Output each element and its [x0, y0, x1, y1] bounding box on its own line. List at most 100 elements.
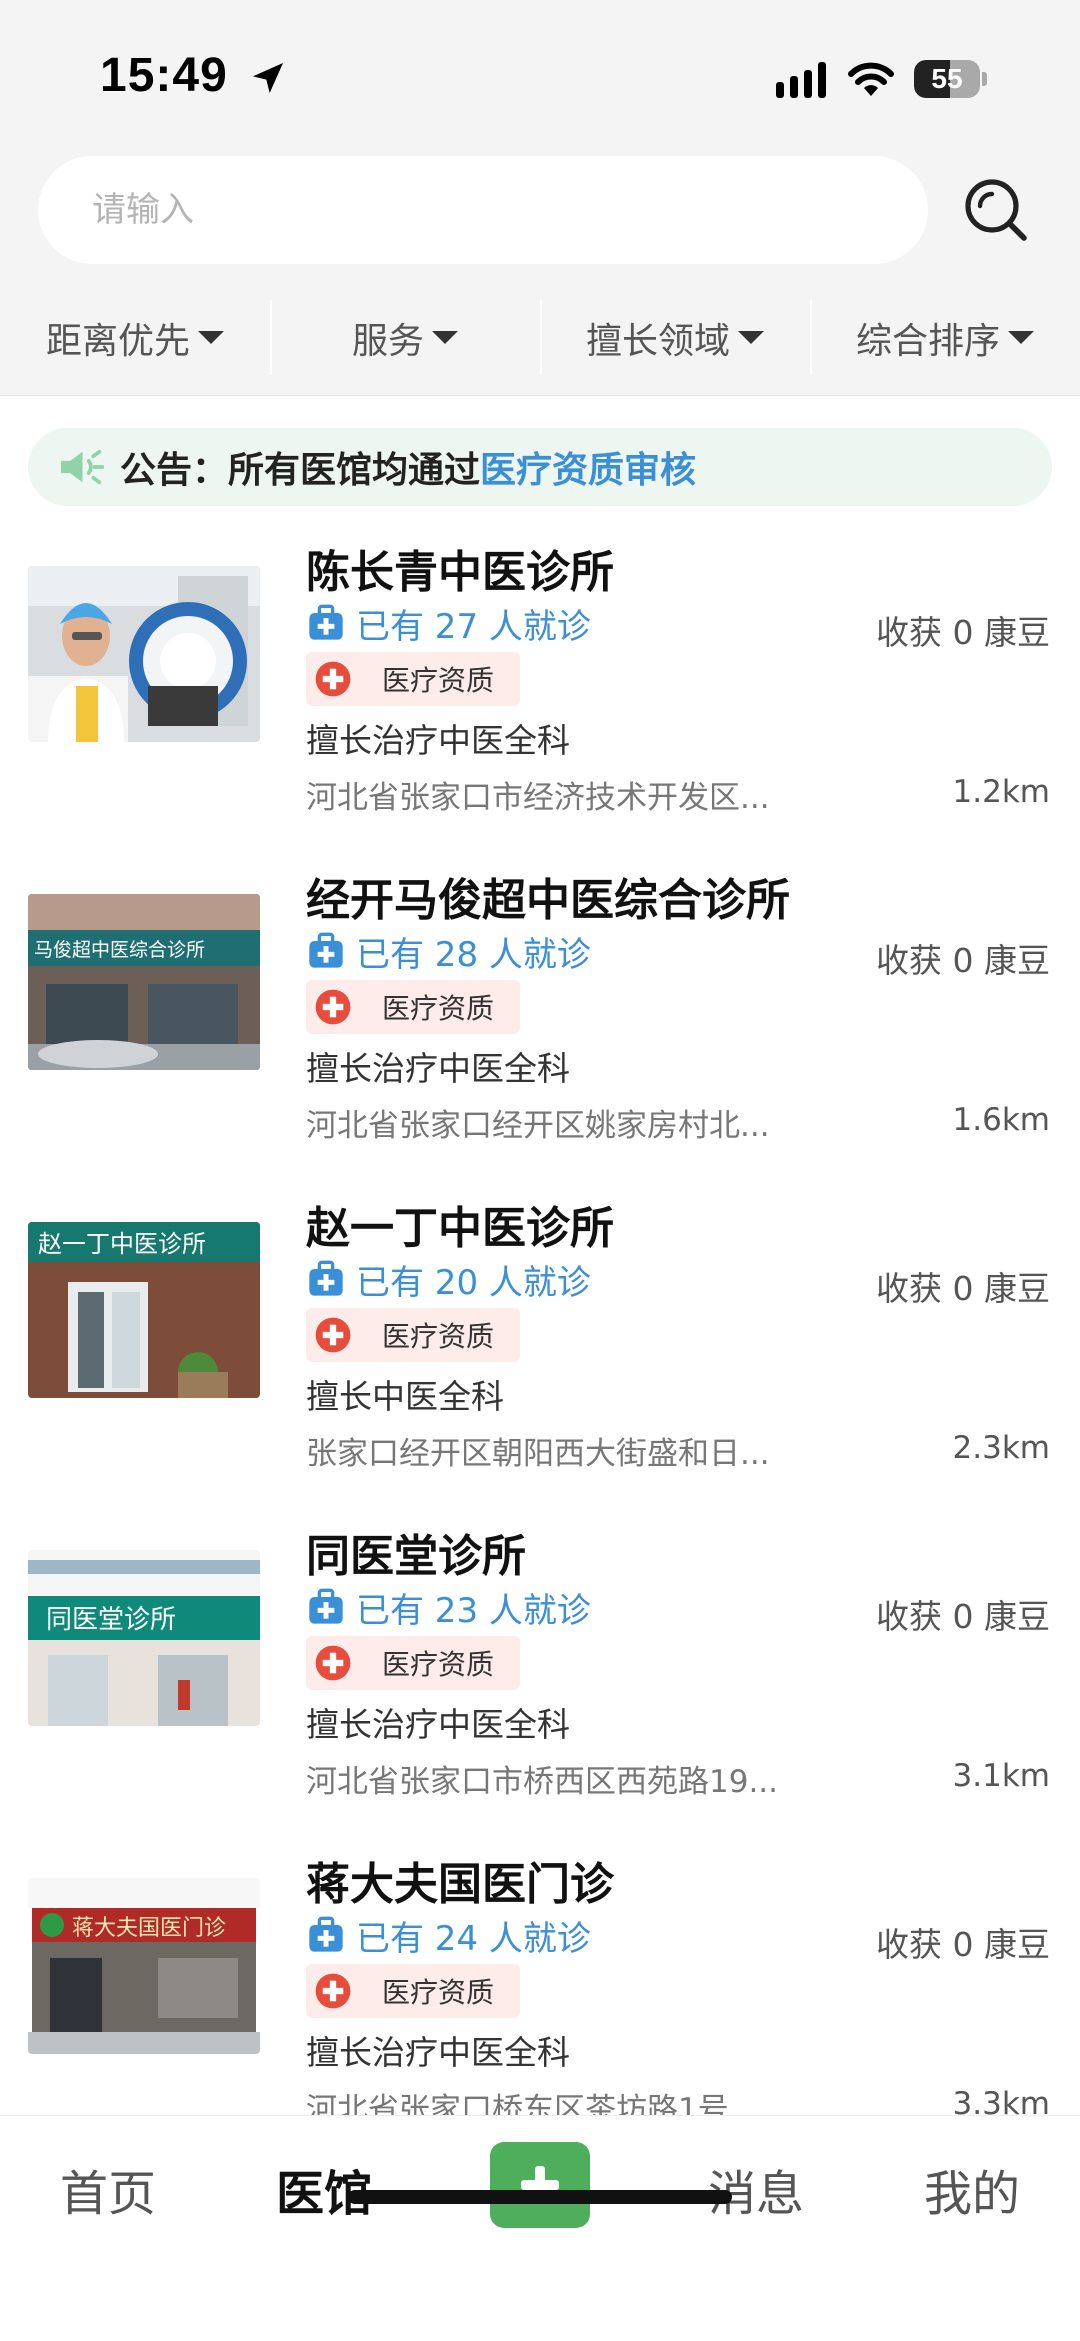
medical-cross-icon	[315, 1645, 351, 1681]
clinic-name: 同医堂诊所	[306, 1531, 526, 1582]
qualification-badge: 医疗资质	[306, 1308, 521, 1362]
clinic-card[interactable]: 赵一丁中医诊所 赵一丁中医诊所 已有 20 人就诊 收获 0 康豆 医疗资质 擅…	[0, 1180, 1080, 1508]
harvest-text: 收获 0 康豆	[876, 1269, 1050, 1308]
badge-label: 医疗资质	[382, 664, 495, 697]
filter-label: 服务	[351, 320, 424, 362]
clinic-specialty: 擅长治疗中医全科	[306, 1705, 570, 1744]
clinic-photo: 马俊超中医综合诊所	[28, 894, 260, 1070]
qualification-badge: 医疗资质	[306, 652, 521, 706]
notice-link[interactable]: 医疗资质审核	[480, 441, 696, 493]
visit-count-text: 已有 20 人就诊	[356, 1262, 591, 1303]
battery-level: 55	[931, 63, 963, 94]
search-bar	[0, 150, 1080, 280]
caret-down-icon	[1008, 331, 1034, 344]
clinic-card[interactable]: 陈长青中医诊所 已有 27 人就诊 收获 0 康豆 医疗资质 擅长治疗中医全科 …	[0, 524, 1080, 852]
wifi-icon	[848, 62, 894, 96]
badge-label: 医疗资质	[382, 1648, 495, 1681]
signal-icon	[776, 62, 826, 98]
harvest-text: 收获 0 康豆	[876, 1925, 1050, 1964]
visit-count-text: 已有 23 人就诊	[356, 1590, 591, 1631]
clinic-distance: 3.1km	[952, 1758, 1050, 1794]
clinic-name: 蒋大夫国医门诊	[306, 1859, 614, 1910]
medical-kit-icon	[309, 1260, 343, 1296]
filter-label: 距离优先	[45, 320, 190, 362]
qualification-badge: 医疗资质	[306, 1636, 521, 1690]
shop-sign-text: 同医堂诊所	[46, 1605, 176, 1635]
notice-text: 公告：所有医馆均通过	[120, 450, 481, 491]
add-button[interactable]	[490, 2142, 590, 2228]
filter-sort[interactable]: 综合排序	[810, 280, 1080, 395]
medical-cross-icon	[315, 661, 351, 697]
caret-down-icon	[738, 331, 764, 344]
speaker-icon	[61, 449, 104, 485]
clinic-specialty: 擅长治疗中医全科	[306, 2033, 570, 2072]
search-input[interactable]	[38, 156, 928, 264]
medical-kit-icon	[309, 1588, 343, 1624]
caret-down-icon	[432, 331, 458, 344]
search-icon[interactable]	[962, 176, 1030, 244]
notice-banner: 公告：所有医馆均通过 医疗资质审核	[28, 428, 1052, 506]
bottom-nav: 首页 医馆 消息 我的	[0, 2116, 1080, 2341]
nav-profile[interactable]: 我的	[864, 2152, 1080, 2236]
filter-distance[interactable]: 距离优先	[0, 280, 270, 395]
clinic-photo: 赵一丁中医诊所	[28, 1222, 260, 1398]
clinic-list: 陈长青中医诊所 已有 27 人就诊 收获 0 康豆 医疗资质 擅长治疗中医全科 …	[0, 524, 1080, 2116]
filter-label: 综合排序	[855, 320, 1000, 362]
visit-count: 已有 20 人就诊	[306, 1256, 591, 1303]
visit-count-text: 已有 24 人就诊	[356, 1918, 591, 1959]
clinic-card[interactable]: 马俊超中医综合诊所 经开马俊超中医综合诊所 已有 28 人就诊 收获 0 康豆	[0, 852, 1080, 1180]
visit-count: 已有 27 人就诊	[306, 600, 591, 647]
clinic-distance: 3.3km	[952, 2086, 1050, 2116]
qualification-badge: 医疗资质	[306, 980, 521, 1034]
nav-home[interactable]: 首页	[0, 2152, 216, 2236]
status-bar: 15:49 55	[0, 0, 1080, 150]
clinic-specialty: 擅长中医全科	[306, 1377, 504, 1416]
shop-sign-text: 赵一丁中医诊所	[38, 1230, 206, 1258]
clinic-specialty: 擅长治疗中医全科	[306, 721, 570, 760]
clinic-photo: 同医堂诊所	[28, 1550, 260, 1726]
harvest-text: 收获 0 康豆	[876, 613, 1050, 652]
harvest-text: 收获 0 康豆	[876, 1597, 1050, 1636]
badge-label: 医疗资质	[382, 992, 495, 1025]
clinic-name: 经开马俊超中医综合诊所	[306, 875, 790, 926]
medical-cross-icon	[315, 1973, 351, 2009]
visit-count: 已有 28 人就诊	[306, 928, 591, 975]
filter-specialty[interactable]: 擅长领域	[540, 280, 810, 395]
qualification-badge: 医疗资质	[306, 1964, 521, 2018]
medical-cross-icon	[315, 1317, 351, 1353]
clinic-photo: 蒋大夫国医门诊	[28, 1878, 260, 2054]
visit-count-text: 已有 28 人就诊	[356, 934, 591, 975]
battery-icon: 55	[914, 60, 987, 98]
clinic-address: 河北省张家口经开区姚家房村北...	[306, 1108, 770, 1144]
filter-service[interactable]: 服务	[270, 280, 540, 395]
medical-kit-icon	[309, 932, 343, 968]
clinic-distance: 2.3km	[952, 1430, 1050, 1466]
shop-sign-text: 马俊超中医综合诊所	[34, 939, 205, 961]
clinic-distance: 1.2km	[952, 774, 1050, 810]
badge-label: 医疗资质	[382, 1320, 495, 1353]
filter-bar: 距离优先 服务 擅长领域 综合排序	[0, 280, 1080, 396]
harvest-text: 收获 0 康豆	[876, 941, 1050, 980]
location-arrow-icon	[253, 63, 283, 93]
status-time: 15:49	[100, 49, 228, 102]
medical-kit-icon	[309, 1916, 343, 1952]
clinic-address: 河北省张家口市桥西区西苑路19...	[306, 1764, 779, 1800]
shop-sign-text: 蒋大夫国医门诊	[72, 1916, 226, 1941]
clinic-specialty: 擅长治疗中医全科	[306, 1049, 570, 1088]
plus-icon	[521, 2166, 559, 2204]
visit-count: 已有 23 人就诊	[306, 1584, 591, 1631]
clinic-address: 张家口经开区朝阳西大街盛和日...	[306, 1436, 770, 1472]
badge-label: 医疗资质	[382, 1976, 495, 2009]
visit-count-text: 已有 27 人就诊	[356, 606, 591, 647]
medical-cross-icon	[315, 989, 351, 1025]
clinic-name: 陈长青中医诊所	[306, 547, 614, 598]
home-indicator[interactable]	[348, 2190, 732, 2204]
visit-count: 已有 24 人就诊	[306, 1912, 591, 1959]
clinic-card[interactable]: 蒋大夫国医门诊 蒋大夫国医门诊 已有 24 人就诊 收获 0 康豆 医疗资质 擅…	[0, 1836, 1080, 2116]
medical-kit-icon	[309, 604, 343, 640]
clinic-address: 河北省张家口桥东区茶坊路1号...	[306, 2092, 759, 2116]
clinic-name: 赵一丁中医诊所	[306, 1203, 614, 1254]
filter-label: 擅长领域	[585, 320, 730, 362]
clinic-address: 河北省张家口市经济技术开发区...	[306, 780, 770, 816]
clinic-card[interactable]: 同医堂诊所 同医堂诊所 已有 23 人就诊 收获 0 康豆 医疗资质 擅长治疗中…	[0, 1508, 1080, 1836]
